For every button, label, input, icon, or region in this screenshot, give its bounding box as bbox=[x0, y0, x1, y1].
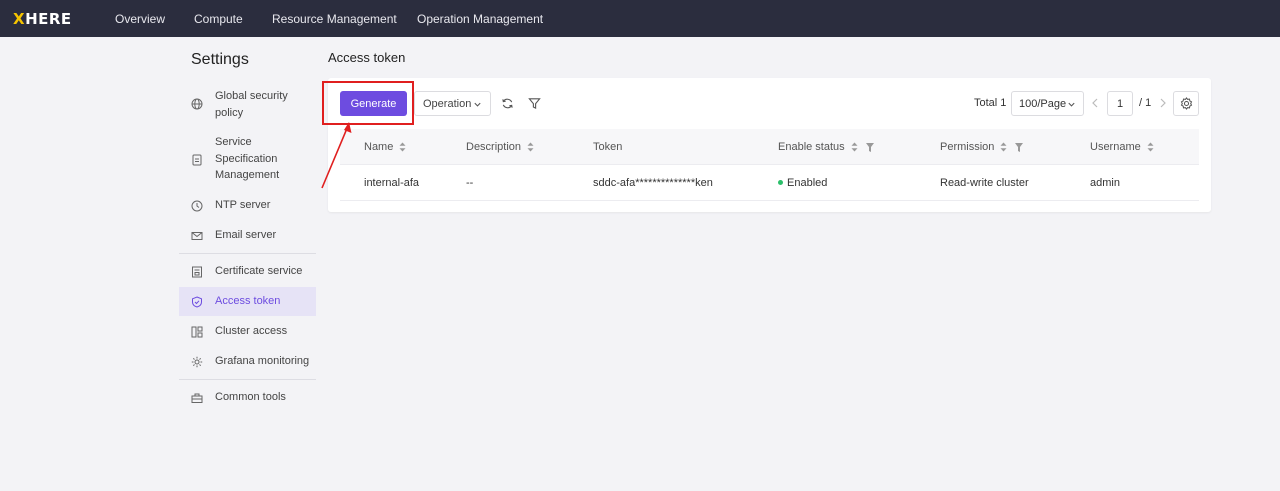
gear-icon bbox=[191, 356, 203, 368]
chevron-left-icon[interactable] bbox=[1091, 97, 1099, 109]
status-dot bbox=[778, 179, 783, 185]
status-text: Enabled bbox=[787, 177, 828, 189]
sidebar-item-access-token[interactable]: Access token bbox=[179, 287, 316, 316]
grid-icon bbox=[191, 326, 203, 338]
access-token-panel: Generate Operation Total 1 100/Page / 1 … bbox=[328, 78, 1211, 212]
annotation-arrow bbox=[321, 122, 352, 189]
sort-icon[interactable] bbox=[1000, 142, 1007, 152]
sidebar-item-label: Cluster access bbox=[215, 325, 288, 337]
sidebar-divider bbox=[179, 253, 316, 254]
page-size-select[interactable]: 100/Page bbox=[1011, 91, 1084, 116]
table-row[interactable]: internal-afa -- sddc-afa**************ke… bbox=[340, 165, 1199, 201]
filter-icon[interactable] bbox=[1015, 142, 1024, 152]
table-header: Name Description Token Enable status Per… bbox=[340, 129, 1199, 165]
sort-icon[interactable] bbox=[1147, 142, 1154, 152]
nav-resource-management[interactable]: Resource Management bbox=[272, 12, 397, 26]
document-icon bbox=[192, 154, 202, 166]
sidebar-item-label: Grafana monitoring bbox=[215, 355, 310, 367]
nav-operation-management[interactable]: Operation Management bbox=[417, 12, 543, 26]
table-settings-button[interactable] bbox=[1173, 91, 1199, 116]
mail-icon bbox=[191, 232, 203, 240]
sort-icon[interactable] bbox=[851, 142, 858, 152]
page-number-input[interactable] bbox=[1107, 91, 1133, 116]
column-header-description[interactable]: Description bbox=[466, 141, 534, 153]
sidebar-divider bbox=[179, 379, 316, 380]
filter-icon[interactable] bbox=[528, 97, 541, 110]
globe-icon bbox=[191, 98, 203, 110]
clock-icon bbox=[191, 200, 203, 212]
sidebar-item-label: Global security policy bbox=[215, 90, 288, 119]
cell-enable-status: Enabled bbox=[778, 177, 827, 189]
sidebar-item-label: Service Specification Management bbox=[215, 136, 280, 181]
sidebar-item-global-security-policy[interactable]: Global security policy bbox=[179, 88, 316, 124]
column-header-username[interactable]: Username bbox=[1090, 141, 1154, 153]
sidebar-title: Settings bbox=[191, 51, 249, 68]
gear-icon bbox=[1180, 97, 1193, 110]
sidebar-item-ntp-server[interactable]: NTP server bbox=[179, 196, 316, 216]
sidebar-item-cluster-access[interactable]: Cluster access bbox=[179, 322, 316, 342]
total-pages: / 1 bbox=[1139, 97, 1152, 109]
sidebar-item-service-specification-management[interactable]: Service Specification Management bbox=[179, 134, 316, 186]
page-title: Access token bbox=[328, 50, 406, 65]
chevron-down-icon bbox=[474, 102, 481, 107]
cell-permission: Read-write cluster bbox=[940, 177, 1029, 189]
column-header-token: Token bbox=[593, 141, 623, 153]
sidebar-item-common-tools[interactable]: Common tools bbox=[179, 388, 316, 408]
column-header-permission[interactable]: Permission bbox=[940, 141, 1024, 153]
cell-token: sddc-afa**************ken bbox=[593, 177, 713, 189]
sidebar-item-certificate-service[interactable]: Certificate service bbox=[179, 262, 316, 282]
certificate-icon bbox=[192, 266, 202, 278]
toolbox-icon bbox=[191, 393, 203, 403]
sort-icon[interactable] bbox=[399, 142, 406, 152]
refresh-icon[interactable] bbox=[501, 97, 514, 110]
sidebar-item-label: Common tools bbox=[215, 391, 286, 403]
cell-name[interactable]: internal-afa bbox=[364, 177, 419, 189]
total-count: Total 1 bbox=[974, 97, 1007, 109]
operation-label: Operation bbox=[423, 97, 472, 110]
sidebar-item-email-server[interactable]: Email server bbox=[179, 226, 316, 246]
nav-overview[interactable]: Overview bbox=[115, 12, 165, 26]
sidebar-item-label: Email server bbox=[215, 229, 277, 241]
sort-icon[interactable] bbox=[527, 142, 534, 152]
cell-description: -- bbox=[466, 177, 474, 189]
sidebar-item-grafana-monitoring[interactable]: Grafana monitoring bbox=[179, 352, 316, 372]
shield-icon bbox=[192, 296, 202, 308]
page-size-value: 100/Page bbox=[1019, 98, 1067, 110]
sidebar-item-label: Access token bbox=[215, 295, 281, 307]
column-header-enable-status[interactable]: Enable status bbox=[778, 141, 874, 153]
sidebar-item-label: NTP server bbox=[215, 199, 271, 211]
chevron-down-icon bbox=[1068, 102, 1075, 107]
top-navigation-bar: XHERE Overview Compute Resource Manageme… bbox=[0, 0, 1280, 37]
chevron-right-icon[interactable] bbox=[1159, 97, 1167, 109]
nav-compute[interactable]: Compute bbox=[194, 12, 243, 26]
column-header-name[interactable]: Name bbox=[364, 141, 406, 153]
sidebar-item-label: Certificate service bbox=[215, 265, 303, 277]
app-logo[interactable]: XHERE bbox=[13, 10, 72, 28]
operation-dropdown[interactable]: Operation bbox=[414, 91, 491, 116]
filter-icon[interactable] bbox=[865, 142, 874, 152]
cell-username: admin bbox=[1090, 177, 1120, 189]
